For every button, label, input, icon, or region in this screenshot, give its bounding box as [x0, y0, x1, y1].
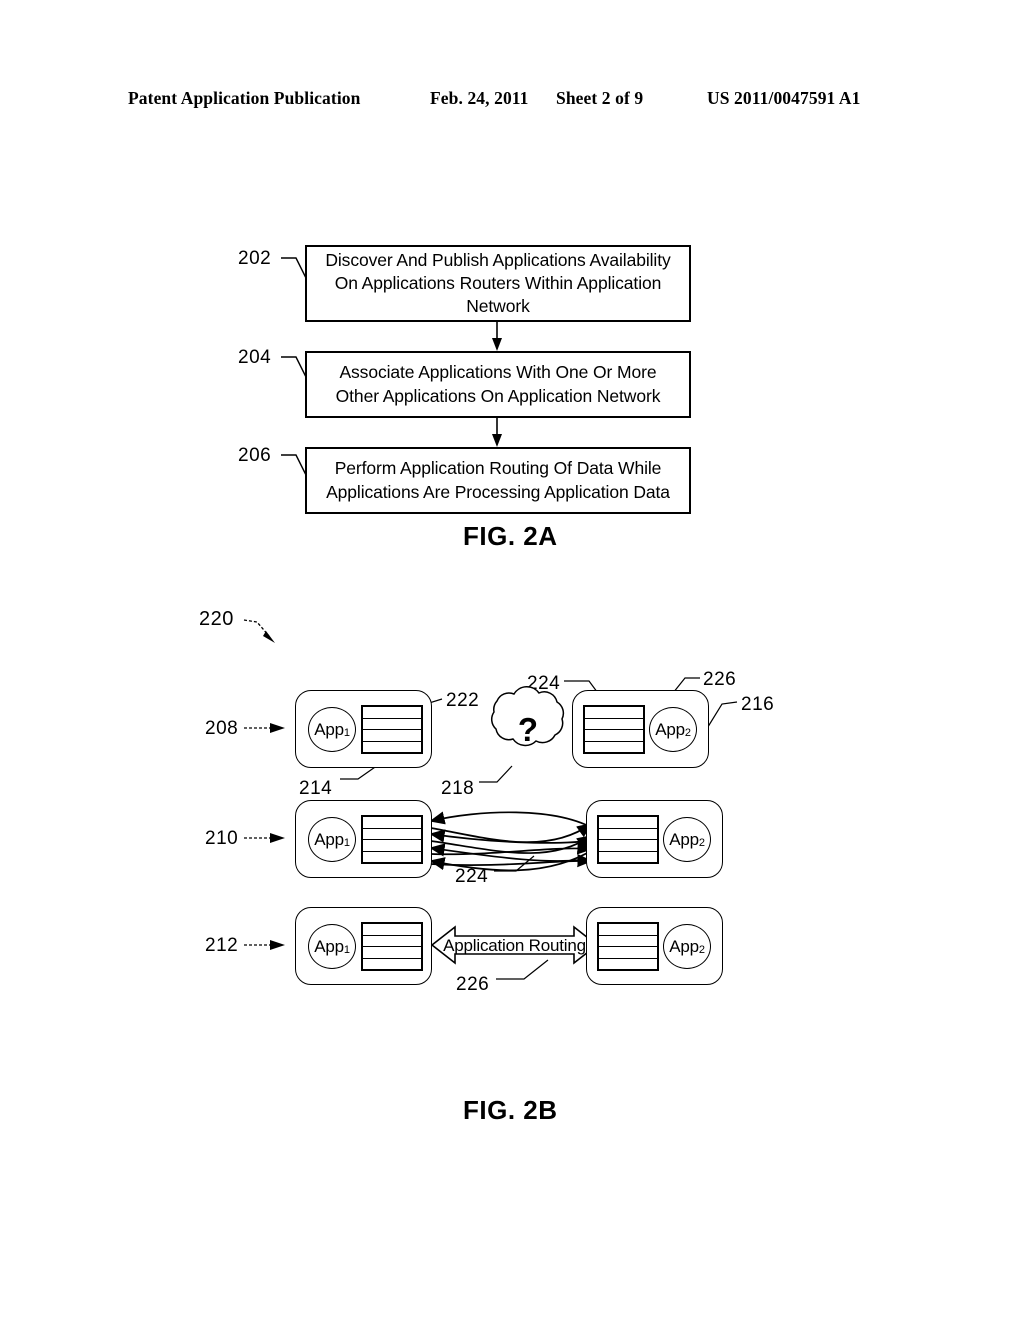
reference-numeral-208: 208: [205, 718, 239, 739]
app2-label-210: App: [669, 829, 699, 849]
data-table-left-212: [361, 922, 423, 971]
data-table-left-210: [361, 815, 423, 864]
app1-label-212: App: [314, 936, 344, 956]
app1-subscript-210: 1: [343, 836, 350, 849]
table-row: [599, 959, 657, 970]
table-row: [363, 730, 421, 742]
table-row: [585, 719, 643, 730]
table-row: [599, 924, 657, 936]
leader-line-218: [479, 765, 513, 783]
table-row: [585, 730, 643, 742]
crossing-arrows-group: [429, 811, 597, 872]
figure-2b: 220 208 210 212 222 224 226 216 214 218 …: [0, 0, 1024, 1320]
cloud-question-mark: ?: [517, 711, 539, 748]
data-table-right-208: [583, 705, 645, 754]
app2-circle-208: App 2: [649, 707, 697, 752]
table-row: [363, 924, 421, 936]
app1-circle-210: App 1: [308, 817, 356, 862]
leader-line-216: [705, 701, 738, 731]
app2-subscript-208: 2: [684, 726, 691, 739]
row-pointer-210: [244, 833, 285, 843]
crossing-arrow-l2: [429, 829, 597, 844]
app1-subscript-212: 1: [343, 943, 350, 956]
table-row: [585, 742, 643, 753]
crossing-arrow-l3: [429, 843, 597, 862]
table-row: [599, 817, 657, 829]
reference-numeral-216: 216: [741, 694, 775, 715]
table-row: [363, 707, 421, 719]
table-row: [363, 936, 421, 947]
table-row: [363, 742, 421, 753]
crossing-arrow-l1: [429, 811, 597, 831]
crossing-arrow-r2: [430, 835, 593, 854]
row-pointer-208: [244, 723, 285, 733]
table-row: [363, 817, 421, 829]
table-row: [363, 829, 421, 840]
table-row: [363, 840, 421, 852]
table-row: [599, 936, 657, 947]
row-pointer-212: [244, 940, 285, 950]
reference-numeral-214: 214: [299, 778, 333, 799]
app1-subscript-208: 1: [343, 726, 350, 739]
data-table-right-210: [597, 815, 659, 864]
table-row: [599, 840, 657, 852]
reference-numeral-224-mid: 224: [455, 866, 489, 887]
reference-numeral-222: 222: [446, 690, 480, 711]
table-row: [599, 829, 657, 840]
application-routing-label: Application Routing: [443, 936, 586, 955]
table-row: [599, 947, 657, 959]
app1-label-208: App: [314, 719, 344, 739]
leader-arrowhead-220: [263, 631, 275, 643]
reference-numeral-224-top: 224: [527, 673, 561, 694]
table-row: [363, 719, 421, 730]
leader-line-226-bottom: [496, 959, 549, 980]
table-row: [599, 852, 657, 863]
reference-numeral-226-bottom: 226: [456, 974, 490, 995]
app1-circle-208: App 1: [308, 707, 356, 752]
reference-numeral-218: 218: [441, 778, 475, 799]
reference-numeral-226-top: 226: [703, 669, 737, 690]
app2-subscript-212: 2: [698, 943, 705, 956]
app2-label-212: App: [669, 936, 699, 956]
data-table-right-212: [597, 922, 659, 971]
reference-numeral-212: 212: [205, 935, 239, 956]
data-table-left-208: [361, 705, 423, 754]
leader-line-224-mid: [494, 855, 535, 872]
table-row: [363, 959, 421, 970]
table-row: [363, 852, 421, 863]
table-row: [363, 947, 421, 959]
app1-circle-212: App 1: [308, 924, 356, 969]
crossing-arrow-r3: [430, 841, 593, 856]
figure-label-2b: FIG. 2B: [463, 1095, 558, 1125]
table-row: [585, 707, 643, 719]
reference-numeral-210: 210: [205, 828, 239, 849]
app2-subscript-210: 2: [698, 836, 705, 849]
reference-numeral-220: 220: [199, 608, 234, 630]
crossing-arrow-r1: [430, 823, 593, 844]
leader-line-220: [243, 619, 270, 637]
app2-label-208: App: [655, 719, 685, 739]
app2-circle-212: App 2: [663, 924, 711, 969]
app1-label-210: App: [314, 829, 344, 849]
crossing-arrow-r4: [430, 853, 593, 868]
app2-circle-210: App 2: [663, 817, 711, 862]
